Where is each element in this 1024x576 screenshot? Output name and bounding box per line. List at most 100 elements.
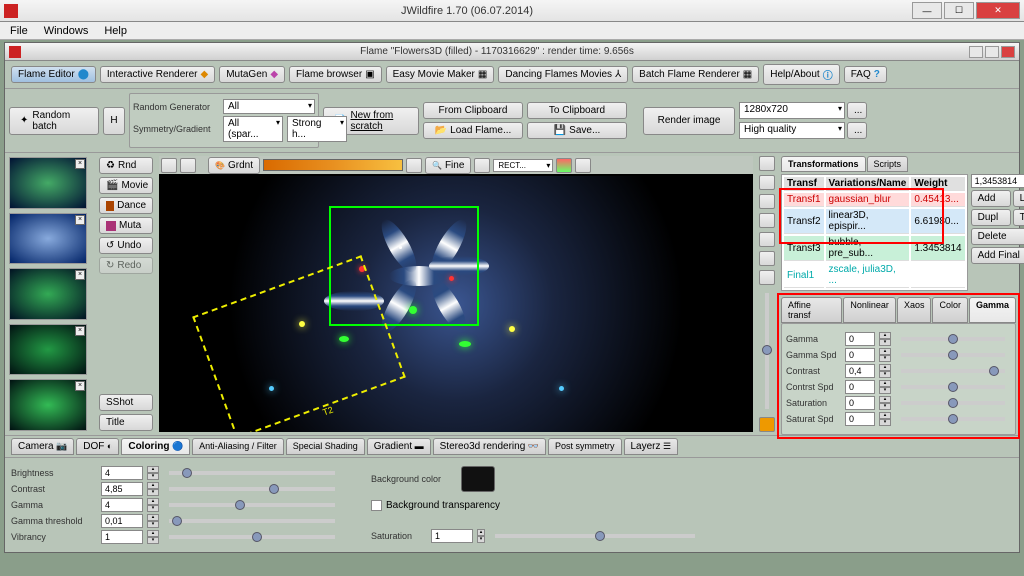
add-final-button[interactable]: Add Final <box>971 247 1024 264</box>
menu-file[interactable]: File <box>4 23 34 39</box>
quality-select[interactable]: High quality <box>739 122 845 139</box>
redo-button[interactable]: ↻ Redo <box>99 257 153 274</box>
layerz-tab[interactable]: Layerz ☰ <box>624 438 679 455</box>
stepper[interactable]: ▴▾ <box>879 380 891 394</box>
resolution-more-button[interactable]: ... <box>847 102 867 119</box>
close-button[interactable]: ✕ <box>976 2 1020 19</box>
scripts-tab[interactable]: Scripts <box>867 156 909 172</box>
thumb-close[interactable]: × <box>75 215 85 225</box>
stepper[interactable]: ▴▾ <box>147 514 159 528</box>
contrast-input[interactable] <box>101 482 143 496</box>
thumbnail[interactable]: × <box>9 268 87 320</box>
title-button[interactable]: Title <box>99 414 153 431</box>
random-generator-select[interactable]: All <box>223 99 315 114</box>
palette3[interactable] <box>759 194 775 209</box>
stepper[interactable]: ▴▾ <box>147 466 159 480</box>
thumb-close[interactable]: × <box>75 326 85 336</box>
l-button[interactable]: L <box>1013 190 1024 207</box>
gradient-preview[interactable] <box>263 159 403 171</box>
h-button[interactable]: H <box>103 107 125 135</box>
grdnt-button[interactable]: 🎨Grdnt <box>208 157 260 174</box>
gt-slider[interactable] <box>169 519 335 523</box>
thumbnail[interactable]: × <box>9 324 87 376</box>
stepper[interactable]: ▴▾ <box>879 412 891 426</box>
sat-input[interactable] <box>431 529 473 543</box>
stepper[interactable]: ▴▾ <box>879 364 891 378</box>
gp-contrast-slider[interactable] <box>901 369 1005 373</box>
rnd-button[interactable]: ♻ Rnd <box>99 157 153 174</box>
aa-tab[interactable]: Anti-Aliasing / Filter <box>192 438 284 455</box>
undo-button[interactable]: ↺ Undo <box>99 237 153 254</box>
gp-sat-slider[interactable] <box>901 401 1005 405</box>
gp-contrstspd-input[interactable] <box>845 380 875 394</box>
vibrancy-input[interactable] <box>101 530 143 544</box>
resolution-select[interactable]: 1280x720 <box>739 102 845 119</box>
tool3[interactable] <box>406 158 422 173</box>
color-tool[interactable] <box>556 158 572 173</box>
from-clipboard-button[interactable]: From Clipboard <box>423 102 523 119</box>
palette4[interactable] <box>759 213 775 228</box>
brightness-input[interactable] <box>101 466 143 480</box>
sub-min-button[interactable] <box>969 46 983 58</box>
load-flame-button[interactable]: 📂 Load Flame... <box>423 122 523 139</box>
stepper[interactable]: ▴▾ <box>147 498 159 512</box>
nonlinear-tab[interactable]: Nonlinear <box>843 297 896 323</box>
thumb-close[interactable]: × <box>75 159 85 169</box>
thumb-close[interactable]: × <box>75 381 85 391</box>
sshot-button[interactable]: SShot <box>99 394 153 411</box>
zoom-slider[interactable] <box>765 293 769 409</box>
transform-table[interactable]: TransfVariations/NameWeight Transf1gauss… <box>781 174 968 291</box>
gp-satspd-input[interactable] <box>845 412 875 426</box>
stepper[interactable]: ▴▾ <box>477 529 485 543</box>
palette7[interactable] <box>759 270 775 285</box>
flame-browser-tab[interactable]: Flame browser▣ <box>289 66 382 83</box>
stepper[interactable]: ▴▾ <box>147 530 159 544</box>
delete-button[interactable]: Delete <box>971 228 1024 245</box>
gp-satspd-slider[interactable] <box>901 417 1005 421</box>
coloring-tab[interactable]: Coloring 🔵 <box>121 438 190 455</box>
stereo-tab[interactable]: Stereo3d rendering 👓 <box>433 438 546 455</box>
tool1[interactable] <box>161 158 177 173</box>
vibrancy-slider[interactable] <box>169 535 335 539</box>
dof-tab[interactable]: DOF ◐ <box>76 438 119 455</box>
color-tab[interactable]: Color <box>932 297 968 323</box>
mutagen-tab[interactable]: MutaGen◆ <box>219 66 285 83</box>
menu-windows[interactable]: Windows <box>38 23 95 39</box>
interactive-renderer-tab[interactable]: Interactive Renderer◆ <box>100 66 215 83</box>
gradient-tab[interactable]: Gradient ▬ <box>367 438 431 455</box>
gp-gamma-input[interactable] <box>845 332 875 346</box>
gp-gamma-slider[interactable] <box>901 337 1005 341</box>
quality-more-button[interactable]: ... <box>847 122 867 139</box>
stepper[interactable]: ▴▾ <box>879 348 891 362</box>
hue-select[interactable]: Strong h... <box>287 116 347 142</box>
post-tab[interactable]: Post symmetry <box>548 438 622 455</box>
minimize-button[interactable]: — <box>912 2 942 19</box>
xaos-tab[interactable]: Xaos <box>897 297 932 323</box>
to-clipboard-button[interactable]: To Clipboard <box>527 102 627 119</box>
muta-button[interactable]: Muta <box>99 217 153 234</box>
menu-help[interactable]: Help <box>98 23 133 39</box>
palette5[interactable] <box>759 232 775 247</box>
stepper[interactable]: ▴▾ <box>879 332 891 346</box>
help-about-tab[interactable]: Help/Aboutⓘ <box>763 64 839 85</box>
stepper[interactable]: ▴▾ <box>147 482 159 496</box>
faq-tab[interactable]: FAQ? <box>844 66 887 83</box>
thumbnail[interactable]: × <box>9 157 87 209</box>
camera-tab[interactable]: Camera 📷 <box>11 438 74 455</box>
flame-editor-tab[interactable]: Flame Editor⬤ <box>11 66 96 83</box>
gamma-slider[interactable] <box>169 503 335 507</box>
easy-movie-maker-tab[interactable]: Easy Movie Maker▦ <box>386 66 495 83</box>
transformations-tab[interactable]: Transformations <box>781 156 866 172</box>
contrast-slider[interactable] <box>169 487 335 491</box>
gt-input[interactable] <box>101 514 143 528</box>
palette1[interactable] <box>759 156 775 171</box>
movie-button[interactable]: 🎬 Movie <box>99 177 153 194</box>
brightness-slider[interactable] <box>169 471 335 475</box>
shape-select[interactable]: RECT... <box>493 159 553 172</box>
palette6[interactable] <box>759 251 775 266</box>
bgcolor-swatch[interactable] <box>461 466 495 492</box>
random-batch-button[interactable]: ✦ Random batch <box>9 107 99 135</box>
maximize-button[interactable]: ☐ <box>944 2 974 19</box>
tool4[interactable] <box>474 158 490 173</box>
bgtrans-checkbox[interactable] <box>371 500 382 511</box>
